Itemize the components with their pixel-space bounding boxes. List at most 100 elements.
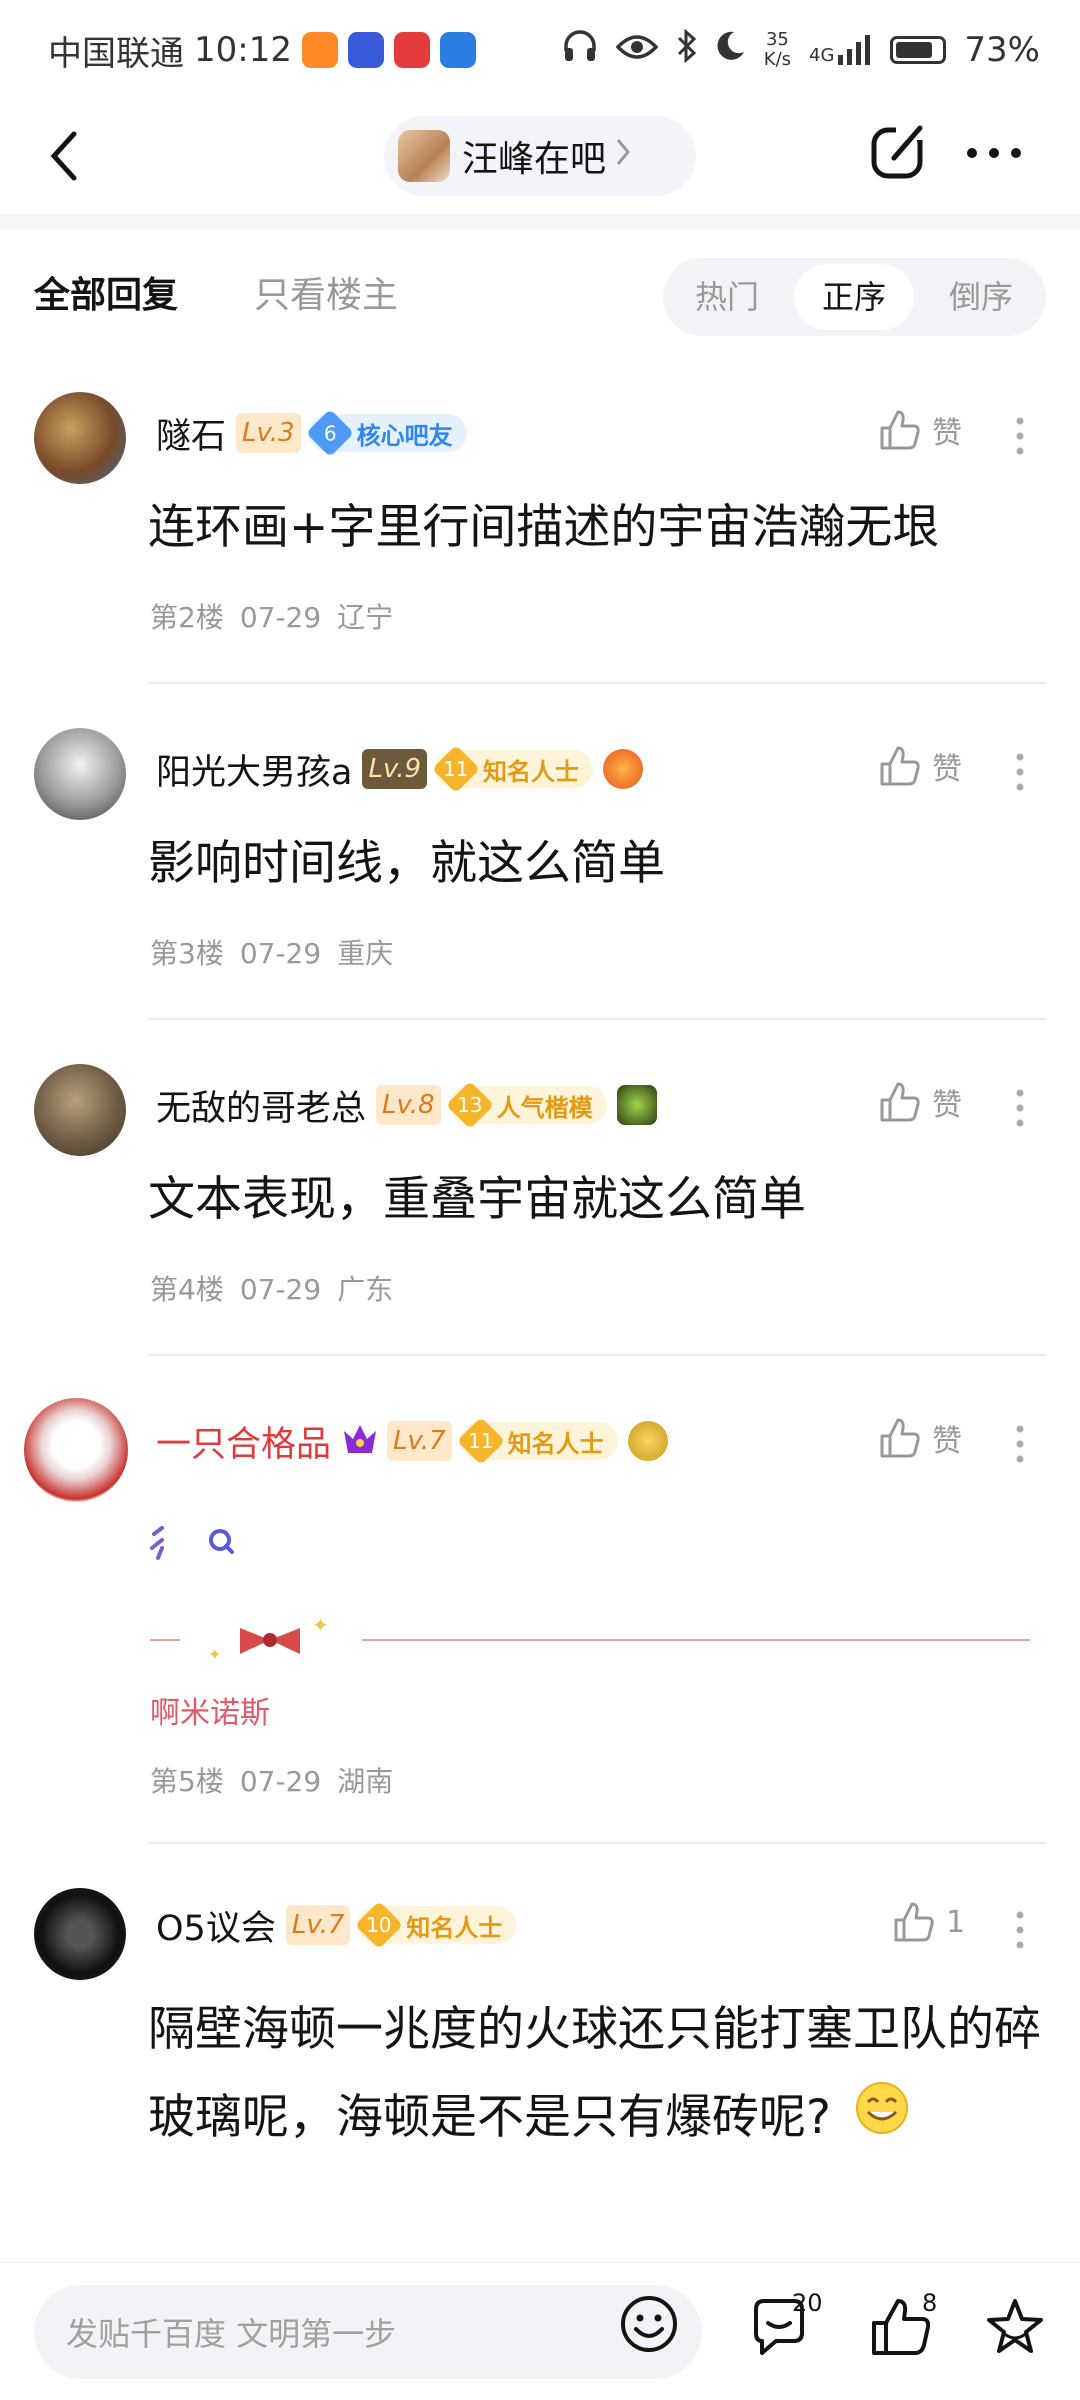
nav-bar: 汪峰在吧 bbox=[0, 100, 1080, 210]
divider bbox=[148, 1842, 1046, 1844]
clock: 10:12 bbox=[194, 30, 292, 70]
avatar[interactable] bbox=[34, 1064, 126, 1156]
level-badge: Lv.3 bbox=[236, 413, 301, 453]
section-divider bbox=[0, 214, 1080, 230]
bottom-action-bar: 发贴千百度 文明第一步 20 8 bbox=[0, 2262, 1080, 2400]
net-speed: 35 K/s bbox=[763, 29, 792, 70]
more-options-button[interactable] bbox=[960, 120, 1028, 184]
member-title-badge: 10 知名人士 bbox=[355, 1900, 517, 1950]
back-button[interactable] bbox=[44, 122, 104, 188]
post-meta: 第2楼 07-29 辽宁 bbox=[150, 601, 394, 634]
member-title-badge: 13 人气楷模 bbox=[445, 1080, 607, 1130]
post-meta: 第5楼 07-29 湖南 bbox=[150, 1765, 394, 1798]
svg-text:✦: ✦ bbox=[208, 1645, 221, 1664]
headphone-icon bbox=[562, 29, 598, 72]
post-more-button[interactable] bbox=[1010, 1424, 1030, 1464]
sort-ascending[interactable]: 正序 bbox=[794, 264, 914, 330]
divider bbox=[148, 682, 1046, 684]
username[interactable]: 隧石 bbox=[156, 408, 226, 459]
tab-all-replies[interactable]: 全部回复 bbox=[34, 266, 178, 318]
tab-op-only[interactable]: 只看楼主 bbox=[254, 266, 398, 318]
work-app-icon bbox=[439, 32, 476, 68]
avatar[interactable] bbox=[34, 728, 126, 820]
sort-toggle: 热门 正序 倒序 bbox=[663, 258, 1046, 336]
battery-percent: 73% bbox=[964, 30, 1040, 70]
avatar[interactable] bbox=[24, 1398, 128, 1502]
sticker-image bbox=[150, 1518, 240, 1578]
like-button[interactable]: 赞 bbox=[878, 1080, 962, 1124]
user-signature: 啊米诺斯 bbox=[150, 1696, 270, 1731]
battery-icon bbox=[890, 36, 947, 64]
divider bbox=[148, 1018, 1046, 1020]
status-bar: 中国联通 10:12 35 K/s 4G 73% bbox=[0, 0, 1080, 100]
reply-input[interactable]: 发贴千百度 文明第一步 bbox=[34, 2285, 702, 2379]
username[interactable]: 一只合格品 bbox=[156, 1416, 331, 1467]
star-icon bbox=[987, 2299, 1043, 2353]
member-title-badge: 6 核心吧友 bbox=[305, 408, 467, 458]
eye-icon bbox=[615, 30, 659, 70]
tieba-app-icon bbox=[347, 32, 384, 68]
carrier-label: 中国联通 bbox=[48, 33, 184, 74]
hexagon-medal-icon bbox=[627, 1421, 668, 1461]
like-count: 8 bbox=[922, 2289, 938, 2317]
bluetooth-icon bbox=[676, 28, 698, 72]
sort-hot[interactable]: 热门 bbox=[667, 264, 787, 330]
post-content: 隔壁海顿一兆度的火球还只能打塞卫队的碎玻璃呢，海顿是不是只有爆砖呢? bbox=[148, 1986, 1048, 2165]
divider bbox=[148, 1354, 1046, 1356]
chevron-left-icon bbox=[50, 131, 77, 181]
post-meta: 第4楼 07-29 广东 bbox=[150, 1273, 394, 1306]
game-medal-icon bbox=[603, 749, 644, 789]
favorite-button[interactable] bbox=[982, 2295, 1048, 2361]
emoji-icon bbox=[621, 2296, 677, 2352]
post-content: 连环画+字里行间描述的宇宙浩瀚无垠 bbox=[148, 500, 940, 555]
more-vertical-icon bbox=[1016, 1911, 1024, 1949]
forum-entry[interactable]: 汪峰在吧 bbox=[384, 116, 696, 196]
level-badge: Lv.7 bbox=[387, 1421, 452, 1461]
forum-avatar bbox=[398, 130, 450, 182]
post-meta: 第3楼 07-29 重庆 bbox=[150, 937, 394, 970]
more-vertical-icon bbox=[1016, 753, 1024, 791]
more-vertical-icon bbox=[1016, 1089, 1024, 1127]
reply-input-placeholder: 发贴千百度 文明第一步 bbox=[66, 2315, 397, 2353]
post-more-button[interactable] bbox=[1010, 1910, 1030, 1950]
svg-text:✦: ✦ bbox=[312, 1613, 329, 1637]
signature-divider: ✦ ✦ bbox=[150, 1610, 1030, 1670]
signal-icon: 4G bbox=[809, 35, 872, 65]
share-icon bbox=[871, 124, 926, 179]
username[interactable]: 无敌的哥老总 bbox=[156, 1080, 366, 1131]
sort-descending[interactable]: 倒序 bbox=[921, 264, 1041, 330]
thumbs-up-icon bbox=[880, 410, 920, 450]
chevron-right-icon bbox=[614, 136, 632, 177]
reply-filter-bar: 全部回复 只看楼主 热门 正序 倒序 bbox=[0, 230, 1080, 350]
share-button[interactable] bbox=[866, 120, 930, 184]
post-content: 文本表现，重叠宇宙就这么简单 bbox=[148, 1172, 806, 1227]
emoji-button[interactable] bbox=[618, 2293, 680, 2355]
level-badge: Lv.8 bbox=[376, 1085, 441, 1125]
like-button[interactable]: 赞 bbox=[878, 408, 962, 452]
username[interactable]: 阳光大男孩a bbox=[156, 744, 352, 795]
like-button[interactable]: 赞 bbox=[878, 744, 962, 788]
thumbs-up-icon bbox=[880, 1082, 920, 1122]
post-more-button[interactable] bbox=[1010, 416, 1030, 456]
post-content: 影响时间线，就这么简单 bbox=[148, 836, 665, 891]
avatar[interactable] bbox=[34, 392, 126, 484]
member-title-badge: 11 知名人士 bbox=[456, 1416, 618, 1466]
moon-icon bbox=[716, 30, 746, 71]
thumbs-up-icon bbox=[880, 746, 920, 786]
crown-icon bbox=[341, 1421, 379, 1461]
star-medal-icon bbox=[616, 1085, 657, 1125]
like-button[interactable]: 1 bbox=[892, 1900, 965, 1944]
comment-count: 20 bbox=[792, 2289, 823, 2317]
username[interactable]: O5议会 bbox=[156, 1900, 276, 1951]
taobao-app-icon bbox=[301, 32, 338, 68]
thumbs-up-icon bbox=[894, 1902, 934, 1942]
level-badge: Lv.9 bbox=[362, 749, 428, 789]
thumbs-up-icon bbox=[880, 1418, 920, 1458]
post-more-button[interactable] bbox=[1010, 1088, 1030, 1128]
more-vertical-icon bbox=[1016, 1425, 1024, 1463]
post-more-button[interactable] bbox=[1010, 752, 1030, 792]
like-button[interactable]: 赞 bbox=[878, 1416, 962, 1460]
more-icon bbox=[967, 148, 1021, 158]
avatar[interactable] bbox=[34, 1888, 126, 1980]
member-title-badge: 11 知名人士 bbox=[431, 744, 594, 794]
